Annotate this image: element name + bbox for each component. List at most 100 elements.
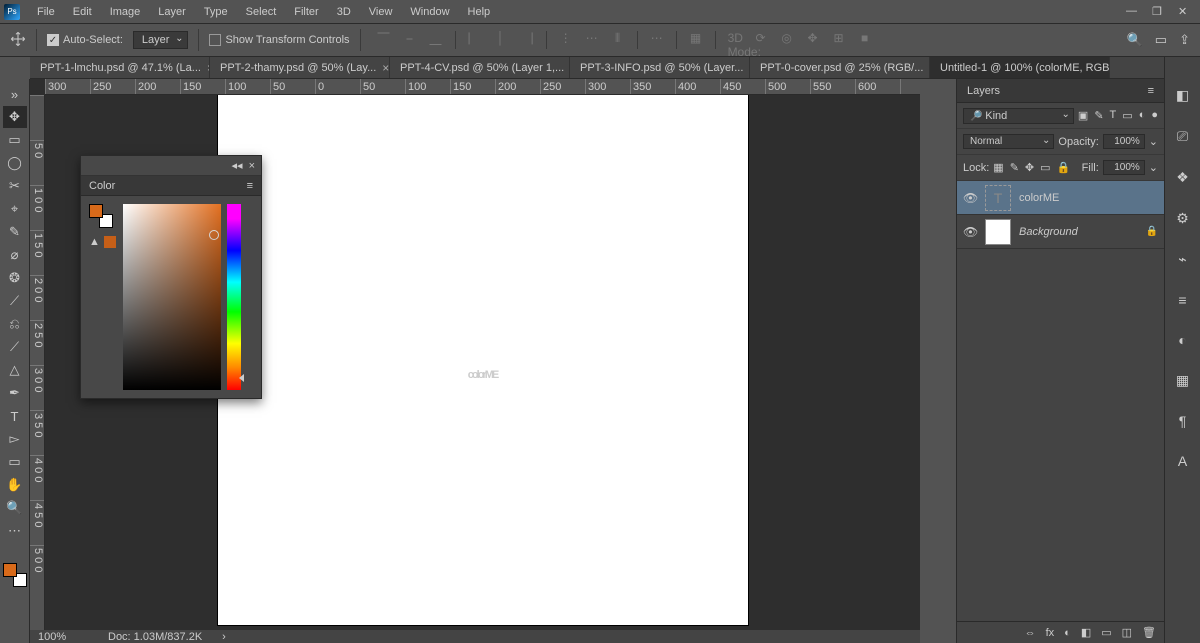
show-transform-checkbox[interactable]: Show Transform Controls xyxy=(209,34,349,46)
adjustments-panel-icon[interactable]: ❖ xyxy=(1176,169,1189,186)
align-right-icon[interactable]: ⎹ xyxy=(520,31,534,45)
visibility-eye-icon[interactable]: 👁 xyxy=(963,225,977,239)
doc-tab-0[interactable]: PPT-1-lmchu.psd @ 47.1% (La...× xyxy=(30,57,210,78)
lock-all-icon[interactable]: 🔒 xyxy=(1057,161,1071,174)
chevron-down-icon[interactable]: ⌄ xyxy=(1149,135,1158,148)
pen-tool[interactable]: ✒ xyxy=(3,382,27,404)
canvas[interactable]: colorME xyxy=(218,95,748,625)
align-left-icon[interactable]: ⎸ xyxy=(468,31,482,45)
quick-select-tool[interactable]: ✂ xyxy=(3,175,27,197)
edit-toolbar-icon[interactable]: ⋯ xyxy=(3,520,27,542)
blend-mode-dropdown[interactable]: Normal xyxy=(963,134,1054,149)
stamp-tool[interactable]: ⟋ xyxy=(3,290,27,312)
filter-adjust-icon[interactable]: ✎ xyxy=(1094,109,1103,122)
lock-transparency-icon[interactable]: ▦ xyxy=(993,161,1003,174)
menu-file[interactable]: File xyxy=(28,0,64,24)
crop-tool[interactable]: ⌖ xyxy=(3,198,27,220)
layer-thumb-text-icon[interactable]: T xyxy=(985,185,1011,211)
adjustment-icon[interactable]: ◧ xyxy=(1081,626,1091,639)
3d-icon-5[interactable]: ■ xyxy=(858,31,872,45)
menu-view[interactable]: View xyxy=(360,0,402,24)
trash-icon[interactable]: 🗑 xyxy=(1142,626,1156,639)
filter-toggle-icon[interactable]: ● xyxy=(1151,109,1158,122)
collapse-icon[interactable]: ◂◂ xyxy=(232,159,243,172)
lock-position-icon[interactable]: ✥ xyxy=(1025,161,1034,174)
filter-smart-icon[interactable]: ◐ xyxy=(1139,109,1146,122)
3d-icon-3[interactable]: ✥ xyxy=(806,31,820,45)
menu-filter[interactable]: Filter xyxy=(285,0,327,24)
vertical-ruler[interactable]: 5 01 0 01 5 02 0 02 5 03 0 03 5 04 0 04 … xyxy=(30,95,45,630)
auto-align-icon[interactable]: ▦ xyxy=(689,31,703,45)
search-icon[interactable]: 🔍 xyxy=(1127,32,1143,48)
more-align-icon[interactable]: ⋯ xyxy=(650,31,664,45)
shape-tool[interactable]: ▭ xyxy=(3,451,27,473)
paragraph-panel-icon[interactable]: ¶ xyxy=(1179,413,1187,429)
auto-select-target-dropdown[interactable]: Layer xyxy=(133,31,189,49)
align-top-icon[interactable]: ⎺ xyxy=(377,31,391,45)
menu-layer[interactable]: Layer xyxy=(149,0,195,24)
hand-tool[interactable]: ✋ xyxy=(3,474,27,496)
zoom-level[interactable]: 100% xyxy=(38,631,88,643)
window-minimize-icon[interactable]: ― xyxy=(1126,5,1138,18)
fx-icon[interactable]: fx xyxy=(1046,627,1055,639)
swatches-panel-icon[interactable]: ▦ xyxy=(1176,372,1189,389)
filter-type-icon[interactable]: T xyxy=(1110,109,1117,122)
panel-menu-icon[interactable]: ≡ xyxy=(1148,85,1154,97)
lock-pixels-icon[interactable]: ✎ xyxy=(1010,161,1019,174)
chevron-down-icon[interactable]: ⌄ xyxy=(1149,161,1158,174)
eraser-tool[interactable]: ⟋ xyxy=(3,336,27,358)
foreground-swatch[interactable] xyxy=(3,563,17,577)
foreground-swatch[interactable] xyxy=(89,204,103,218)
layers-tab[interactable]: Layers ≡ xyxy=(957,79,1164,103)
hue-slider[interactable] xyxy=(227,204,241,390)
menu-3d[interactable]: 3D xyxy=(328,0,360,24)
doc-tab-1[interactable]: PPT-2-thamy.psd @ 50% (Lay...× xyxy=(210,57,390,78)
gradient-tool[interactable]: △ xyxy=(3,359,27,381)
hue-slider-handle-icon[interactable] xyxy=(239,374,244,382)
layer-thumb-icon[interactable] xyxy=(985,219,1011,245)
history-brush-tool[interactable]: ⎌ xyxy=(3,313,27,335)
horizontal-ruler[interactable]: 3002502001501005005010015020025030035040… xyxy=(45,79,920,95)
path-select-tool[interactable]: ▻ xyxy=(3,428,27,450)
expand-icon[interactable]: » xyxy=(3,83,27,105)
lock-artboard-icon[interactable]: ▭ xyxy=(1040,161,1050,174)
3d-icon-1[interactable]: ⟳ xyxy=(754,31,768,45)
layer-name[interactable]: Background xyxy=(1019,226,1138,238)
filter-pixel-icon[interactable]: ▣ xyxy=(1078,109,1088,122)
layer-row[interactable]: 👁 Background 🔒 xyxy=(957,215,1164,249)
color-panel[interactable]: ◂◂ × Color ≡ ▲ xyxy=(80,155,262,399)
filter-kind-dropdown[interactable]: 🔎 Kind xyxy=(963,108,1074,124)
healing-tool[interactable]: ⌀ xyxy=(3,244,27,266)
distribute-3-icon[interactable]: ⫴ xyxy=(611,31,625,45)
layer-name[interactable]: colorME xyxy=(1019,192,1158,204)
close-icon[interactable]: × xyxy=(249,160,255,172)
properties-panel-icon[interactable]: ⎚ xyxy=(1177,128,1188,145)
align-bottom-icon[interactable]: ⎽ xyxy=(429,31,443,45)
doc-tab-3[interactable]: PPT-3-INFO.psd @ 50% (Layer...× xyxy=(570,57,750,78)
doc-tab-5[interactable]: Untitled-1 @ 100% (colorME, RGB/8) *× xyxy=(930,57,1110,78)
paths-panel-icon[interactable]: ≡ xyxy=(1178,292,1186,308)
doc-tab-4[interactable]: PPT-0-cover.psd @ 25% (RGB/...× xyxy=(750,57,930,78)
menu-select[interactable]: Select xyxy=(237,0,286,24)
align-vcenter-icon[interactable]: ⎯ xyxy=(403,31,417,45)
3d-icon-2[interactable]: ◎ xyxy=(780,31,794,45)
share-icon[interactable]: ⇪ xyxy=(1179,32,1190,48)
gamut-warning-icon[interactable]: ▲ xyxy=(89,236,100,248)
marquee-tool[interactable]: ▭ xyxy=(3,129,27,151)
auto-select-checkbox[interactable]: ✓ Auto-Select: xyxy=(47,34,123,46)
doc-size-readout[interactable]: Doc: 1.03M/837.2K xyxy=(108,631,202,643)
eyedropper-tool[interactable]: ✎ xyxy=(3,221,27,243)
group-icon[interactable]: ▭ xyxy=(1101,626,1111,639)
panel-menu-icon[interactable]: ≡ xyxy=(247,180,253,192)
close-icon[interactable]: × xyxy=(382,57,389,78)
lasso-tool[interactable]: ◯ xyxy=(3,152,27,174)
doc-tab-2[interactable]: PPT-4-CV.psd @ 50% (Layer 1,...× xyxy=(390,57,570,78)
menu-window[interactable]: Window xyxy=(401,0,458,24)
move-tool[interactable]: ✥ xyxy=(3,106,27,128)
align-hcenter-icon[interactable]: │ xyxy=(494,31,508,45)
distribute-h-icon[interactable]: ⋮ xyxy=(559,31,573,45)
actions-panel-icon[interactable]: ⚙ xyxy=(1176,210,1189,227)
gamut-swatch[interactable] xyxy=(104,236,116,248)
zoom-tool[interactable]: 🔍 xyxy=(3,497,27,519)
mask-icon[interactable]: ◐ xyxy=(1064,627,1071,639)
